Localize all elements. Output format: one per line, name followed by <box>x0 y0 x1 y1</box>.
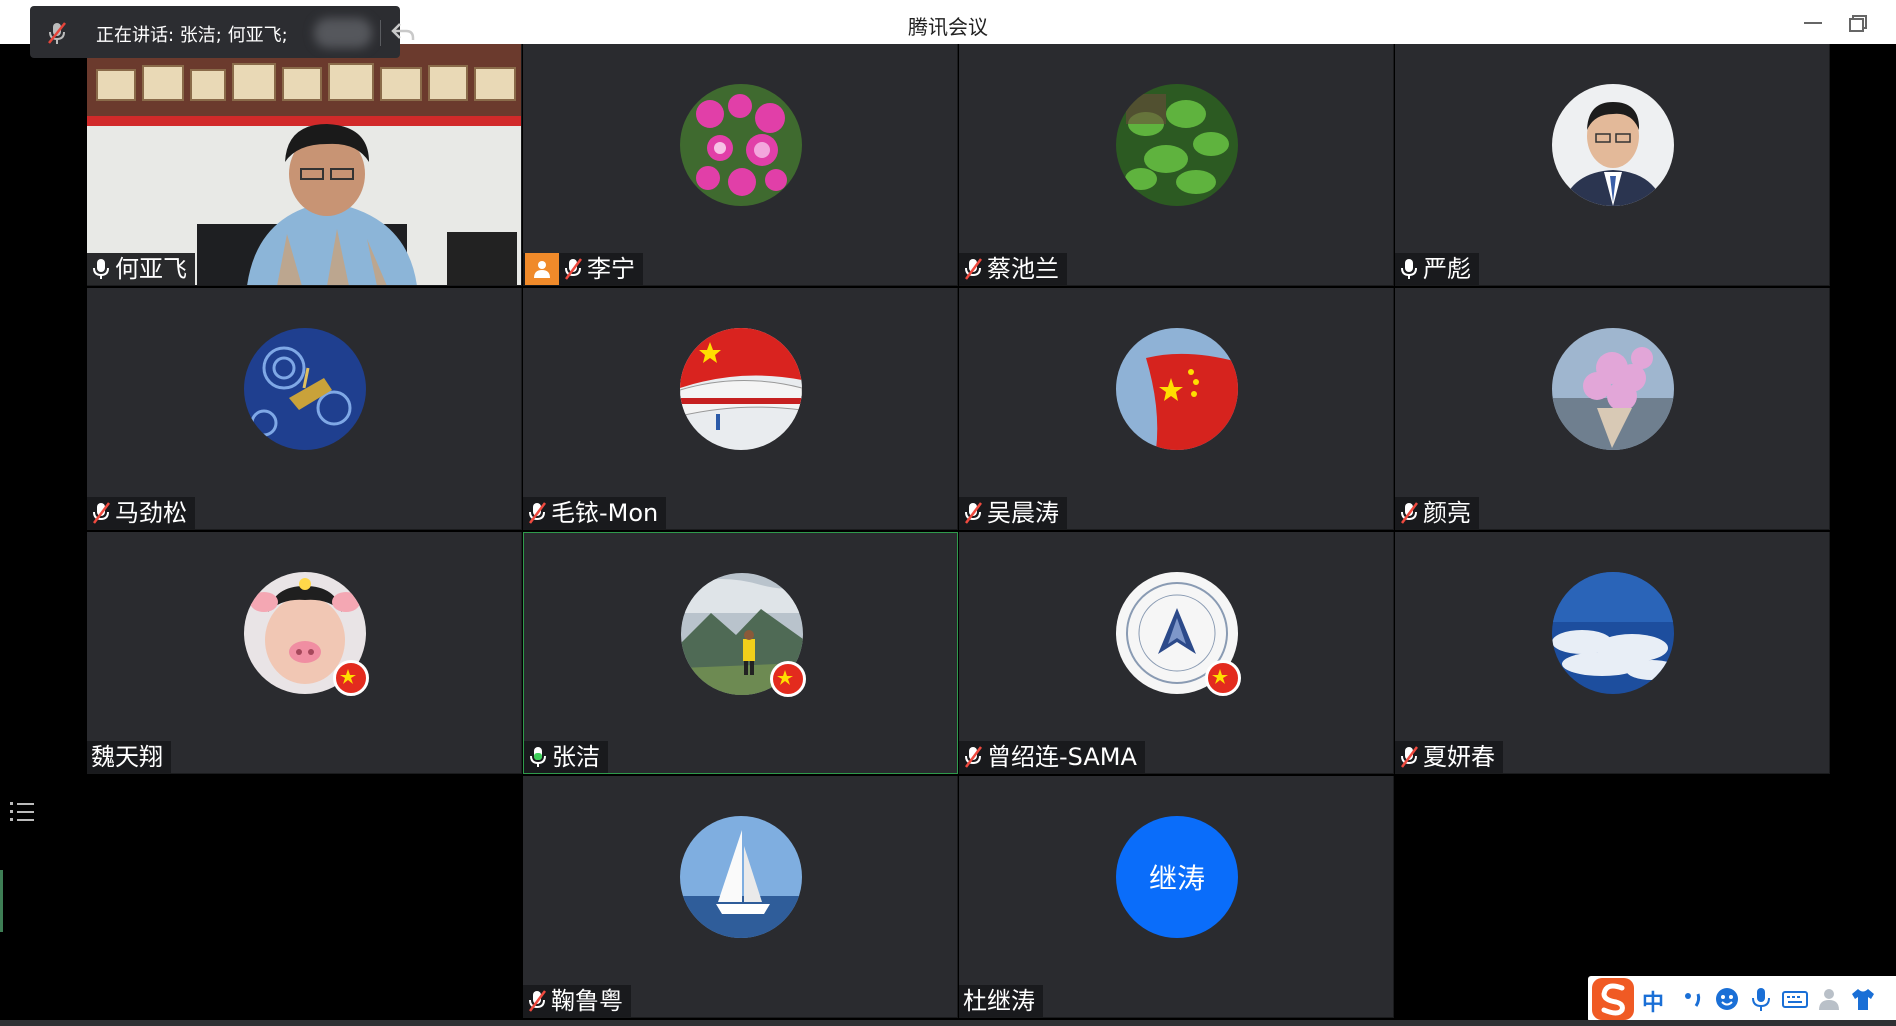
participant-name-bar: 魏天翔 <box>87 741 171 773</box>
mic-muted-icon <box>48 22 66 44</box>
avatar-clouds <box>1552 572 1674 694</box>
sogou-logo-icon[interactable] <box>1590 974 1636 1022</box>
participant-name: 严彪 <box>1423 255 1471 283</box>
participant-name: 杜继涛 <box>963 987 1035 1015</box>
avatar-china-flag <box>1116 328 1238 450</box>
participant-name: 李宁 <box>587 255 635 283</box>
mic-muted-icon <box>565 258 582 280</box>
participant-tile-video[interactable]: 何亚飞 <box>87 44 522 286</box>
avatar-plants <box>1116 84 1238 206</box>
speaking-text: 正在讲话: 张洁; 何亚飞; <box>96 25 288 46</box>
participant-tile[interactable]: 继涛 杜继涛 <box>959 776 1394 1018</box>
side-panel-handle[interactable] <box>0 870 3 932</box>
ime-mode-label[interactable]: 中 <box>1642 985 1664 1017</box>
avatar-bouquet <box>1552 328 1674 450</box>
participant-tile[interactable]: 马劲松 <box>87 288 522 530</box>
skin-shirt-icon[interactable] <box>1850 986 1876 1012</box>
mic-speaking-icon <box>530 747 546 767</box>
participant-name-bar: 马劲松 <box>87 497 195 529</box>
participant-name-bar: 颜亮 <box>1395 497 1479 529</box>
host-icon <box>525 253 559 285</box>
return-arrow-icon[interactable] <box>390 21 416 43</box>
participant-name-bar: 鞠鲁粤 <box>523 985 631 1017</box>
avatar-starry-boat <box>244 328 366 450</box>
mic-on-icon <box>1401 259 1417 279</box>
participant-name-bar: 毛铱-Mon <box>523 497 667 529</box>
participant-name-bar: 蔡池兰 <box>959 253 1067 285</box>
minimize-button[interactable] <box>1800 10 1826 34</box>
participant-tile[interactable]: 鞠鲁粤 <box>523 776 958 1018</box>
participant-tile[interactable]: 毛铱-Mon <box>523 288 958 530</box>
participant-tile[interactable]: 魏天翔 <box>87 532 522 774</box>
participant-name: 吴晨涛 <box>987 499 1059 527</box>
participant-name-bar: 吴晨涛 <box>959 497 1067 529</box>
china-flag-badge-icon <box>1205 660 1241 696</box>
participant-tile[interactable]: 颜亮 <box>1395 288 1830 530</box>
china-flag-badge-icon <box>770 661 806 697</box>
mic-muted-icon <box>965 258 982 280</box>
emoji-icon[interactable] <box>1714 986 1740 1012</box>
participant-name: 张洁 <box>552 743 600 771</box>
participant-name: 毛铱-Mon <box>551 499 659 527</box>
divider <box>380 20 381 46</box>
participant-tile[interactable]: 严彪 <box>1395 44 1830 286</box>
avatar-initials: 继涛 <box>1116 816 1238 938</box>
punctuation-icon[interactable] <box>1680 986 1706 1012</box>
user-icon[interactable] <box>1816 986 1842 1012</box>
participant-tile-active-speaker[interactable]: 张洁 <box>523 532 958 774</box>
restore-button[interactable] <box>1846 10 1872 34</box>
participant-name-bar: 夏妍春 <box>1395 741 1503 773</box>
bottom-edge <box>0 1020 1896 1026</box>
participant-tile[interactable]: 李宁 <box>523 44 958 286</box>
participant-tile[interactable]: 曾绍连-SAMA <box>959 532 1394 774</box>
participant-name: 魏天翔 <box>91 743 163 771</box>
keyboard-icon[interactable] <box>1782 986 1808 1012</box>
mic-muted-icon <box>965 502 982 524</box>
participant-name-bar: 张洁 <box>524 741 608 773</box>
mic-muted-icon <box>965 746 982 768</box>
mic-muted-icon <box>529 502 546 524</box>
voice-input-icon[interactable] <box>1748 986 1774 1012</box>
participant-name: 曾绍连-SAMA <box>987 743 1137 771</box>
participant-tile[interactable]: 蔡池兰 <box>959 44 1394 286</box>
participant-name-bar: 何亚飞 <box>87 253 195 285</box>
avatar-portrait <box>1552 84 1674 206</box>
redacted-blur <box>314 18 372 48</box>
participant-name: 颜亮 <box>1423 499 1471 527</box>
participant-name-bar: 严彪 <box>1395 253 1479 285</box>
mic-muted-icon <box>529 990 546 1012</box>
speaking-indicator: 正在讲话: 张洁; 何亚飞; <box>30 6 415 58</box>
mic-muted-icon <box>93 502 110 524</box>
avatar-airplane-flag <box>680 328 802 450</box>
participant-name-bar: 李宁 <box>523 253 643 285</box>
avatar-sailboat <box>680 816 802 938</box>
china-flag-badge-icon <box>333 660 369 696</box>
participant-name: 鞠鲁粤 <box>551 987 623 1015</box>
participant-name: 马劲松 <box>115 499 187 527</box>
avatar-flowers <box>680 84 802 206</box>
mic-muted-icon <box>1401 502 1418 524</box>
participant-name: 蔡池兰 <box>987 255 1059 283</box>
avatar-initials-text: 继涛 <box>1148 862 1205 895</box>
participant-name: 夏妍春 <box>1423 743 1495 771</box>
participant-name-bar: 杜继涛 <box>959 985 1043 1017</box>
mic-muted-icon <box>1401 746 1418 768</box>
participant-tile[interactable]: 夏妍春 <box>1395 532 1830 774</box>
mic-on-icon <box>93 259 109 279</box>
participant-name: 何亚飞 <box>115 255 187 283</box>
list-icon[interactable] <box>8 798 36 824</box>
participant-tile[interactable]: 吴晨涛 <box>959 288 1394 530</box>
participant-name-bar: 曾绍连-SAMA <box>959 741 1145 773</box>
camera-video <box>87 44 521 285</box>
ime-toolbar: 中 <box>1588 976 1896 1022</box>
